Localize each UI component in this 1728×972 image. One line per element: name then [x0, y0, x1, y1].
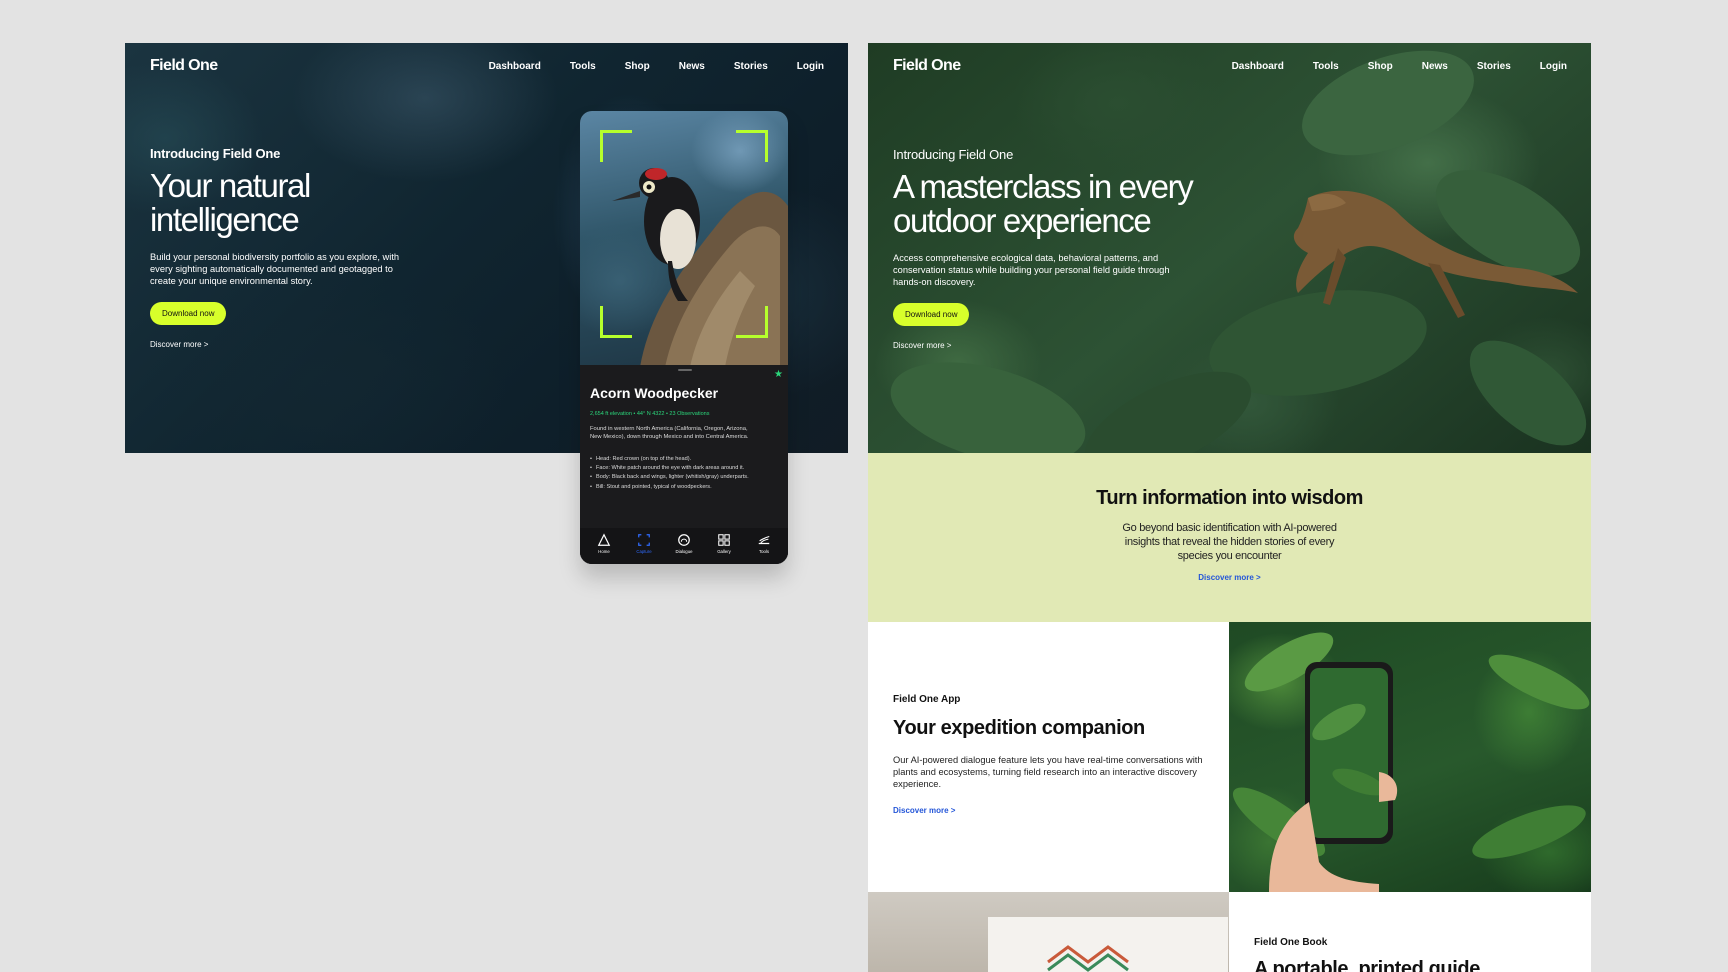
nav-tools[interactable]: Tools	[1313, 61, 1339, 72]
nav-stories[interactable]: Stories	[1477, 61, 1511, 72]
camera-view	[580, 111, 788, 367]
hero-body: Access comprehensive ecological data, be…	[893, 252, 1192, 288]
nav-tools[interactable]: Tools	[570, 61, 596, 72]
tab-capture[interactable]: Capture	[627, 533, 661, 564]
lizard-hero: Field One Dashboard Tools Shop News Stor…	[868, 43, 1591, 453]
trait-item: Bill: Stout and pointed, typical of wood…	[590, 483, 780, 492]
trait-item: Body: Black back and wings, lighter (whi…	[590, 473, 780, 482]
sheet-handle[interactable]	[678, 369, 692, 371]
species-description: Found in western North America (Californ…	[590, 425, 778, 441]
trait-item: Face: White patch around the eye with da…	[590, 464, 780, 473]
discover-more-link[interactable]: Discover more >	[893, 341, 1192, 350]
book-section: Field One Book A portable, printed guide	[1229, 892, 1591, 972]
top-nav: Field One Dashboard Tools Shop News Stor…	[125, 43, 848, 89]
logo[interactable]: Field One	[893, 57, 961, 75]
tab-dialogue[interactable]: Dialogue	[667, 533, 701, 564]
tab-label: Dialogue	[675, 549, 693, 554]
hero-body-line: create your unique environmental story.	[150, 276, 313, 286]
gallery-icon	[718, 534, 730, 546]
scan-bracket	[600, 306, 632, 338]
download-button[interactable]: Download now	[150, 302, 227, 325]
wisdom-title: Turn information into wisdom	[1096, 487, 1363, 509]
app-body: Our AI-powered dialogue feature lets you…	[893, 755, 1203, 789]
logo[interactable]: Field One	[150, 57, 218, 75]
hero-title: Your natural intelligence	[150, 169, 399, 237]
right-page: Field One Dashboard Tools Shop News Stor…	[868, 43, 1591, 972]
hero-content: Introducing Field One A masterclass in e…	[893, 147, 1194, 350]
species-meta: 2,654 ft elevation • 44° N 4322 • 23 Obs…	[590, 411, 710, 417]
home-icon	[597, 533, 611, 546]
description-line: New Mexico), down through Mexico and int…	[590, 434, 749, 440]
hero-body-line: conservation status while building your …	[893, 265, 1170, 275]
nav-news[interactable]: News	[679, 61, 705, 72]
trait-item: Head: Red crown (on top of the head).	[590, 455, 780, 464]
hero-title: A masterclass in every outdoor experienc…	[893, 168, 1194, 239]
nav-login[interactable]: Login	[1540, 61, 1567, 72]
scan-bracket	[736, 130, 768, 162]
app-kicker: Field One App	[893, 694, 961, 705]
wisdom-section: Turn information into wisdom Go beyond b…	[868, 453, 1591, 622]
nav-news[interactable]: News	[1422, 61, 1448, 72]
nav-stories[interactable]: Stories	[734, 61, 768, 72]
capture-icon	[638, 534, 650, 546]
nav-links: Dashboard Tools Shop News Stories Login	[489, 61, 824, 72]
star-icon[interactable]: ★	[774, 369, 783, 380]
tab-bar: Home Capture Dialogue Gallery Tools	[580, 528, 788, 564]
hero-title-line: outdoor experience	[893, 202, 1152, 239]
species-traits: Head: Red crown (on top of the head). Fa…	[590, 455, 780, 492]
hero-body: Build your personal biodiversity portfol…	[150, 251, 399, 287]
tools-icon	[758, 535, 770, 545]
phone-in-jungle-photo	[1229, 622, 1591, 892]
hero-body-line: Build your personal biodiversity portfol…	[150, 252, 400, 262]
nav-dashboard[interactable]: Dashboard	[489, 61, 541, 72]
wisdom-body: Go beyond basic identification with AI-p…	[1122, 522, 1337, 562]
book-title: A portable, printed guide	[1254, 958, 1480, 972]
hero-content: Introducing Field One Your natural intel…	[150, 146, 399, 349]
description-line: Found in western North America (Californ…	[590, 426, 748, 432]
wisdom-discover-link[interactable]: Discover more >	[868, 573, 1591, 582]
tab-label: Home	[598, 549, 610, 554]
scan-bracket	[736, 306, 768, 338]
tab-tools[interactable]: Tools	[747, 533, 781, 564]
book-illustration	[988, 917, 1228, 972]
tab-home[interactable]: Home	[587, 533, 621, 564]
hero-title-line: Your natural	[150, 167, 311, 204]
scan-bracket	[600, 130, 632, 162]
hand-phone-illustration	[1232, 632, 1590, 892]
hero-body-line: Access comprehensive ecological data, be…	[893, 253, 1159, 263]
hero-eyebrow: Introducing Field One	[150, 146, 281, 161]
tab-label: Tools	[758, 549, 770, 554]
book-kicker: Field One Book	[1254, 937, 1328, 948]
top-nav: Field One Dashboard Tools Shop News Stor…	[868, 43, 1591, 89]
hero-body-line: hands-on discovery.	[893, 277, 976, 287]
species-name: Acorn Woodpecker	[590, 385, 719, 401]
hero-title-line: A masterclass in every	[893, 168, 1194, 205]
hero-eyebrow: Introducing Field One	[893, 147, 1014, 162]
app-title: Your expedition companion	[893, 717, 1145, 739]
discover-more-link[interactable]: Discover more >	[150, 340, 399, 349]
species-sheet: ★ Acorn Woodpecker 2,654 ft elevation • …	[580, 365, 788, 564]
nav-links: Dashboard Tools Shop News Stories Login	[1232, 61, 1567, 72]
hero-title-line: intelligence	[150, 201, 300, 238]
book-photo	[868, 892, 1229, 972]
nav-dashboard[interactable]: Dashboard	[1232, 61, 1284, 72]
tab-label: Gallery	[717, 549, 731, 554]
app-section: Field One App Your expedition companion …	[868, 622, 1229, 892]
tab-label: Capture	[636, 549, 652, 554]
app-discover-link[interactable]: Discover more >	[893, 806, 1204, 815]
phone-mockup: ★ Acorn Woodpecker 2,654 ft elevation • …	[580, 111, 788, 564]
download-button[interactable]: Download now	[893, 303, 970, 326]
nav-shop[interactable]: Shop	[625, 61, 650, 72]
nav-shop[interactable]: Shop	[1368, 61, 1393, 72]
hero-body-line: every sighting automatically documented …	[150, 264, 393, 274]
nav-login[interactable]: Login	[797, 61, 824, 72]
dialogue-icon	[678, 534, 690, 546]
tab-gallery[interactable]: Gallery	[707, 533, 741, 564]
